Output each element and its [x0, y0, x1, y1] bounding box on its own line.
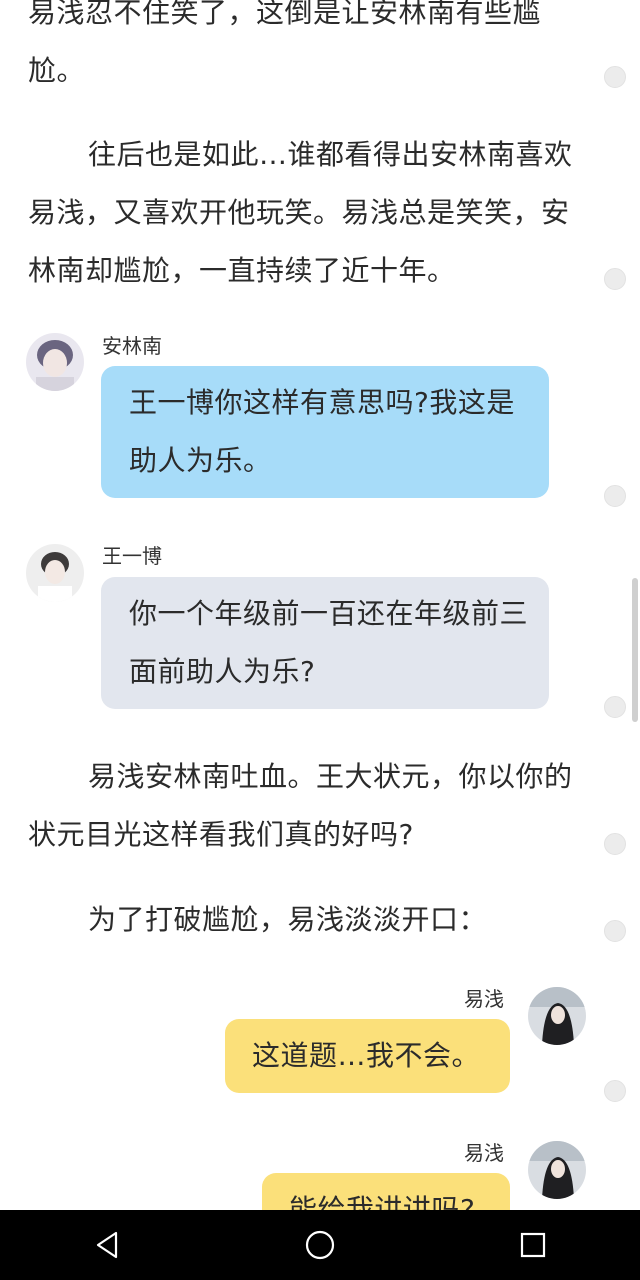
- story-paragraph-2: 往后也是如此…谁都看得出安林南喜欢易浅，又喜欢开他玩笑。易浅总是笑笑，安林南却尴…: [28, 138, 573, 287]
- comment-dot[interactable]: [604, 920, 626, 942]
- recent-apps-button[interactable]: [503, 1215, 563, 1275]
- reader-content[interactable]: 易浅忍不住笑了，这倒是让安林南有些尴尬。 往后也是如此…谁都看得出安林南喜欢易浅…: [0, 0, 640, 1210]
- avatar-yiqian[interactable]: [528, 987, 586, 1045]
- chat-bubble: 能给我讲讲吗?: [262, 1173, 510, 1210]
- chat-bubble: 你一个年级前一百还在年级前三面前助人为乐?: [101, 577, 549, 709]
- story-paragraph-4: 为了打破尴尬，易浅淡淡开口：: [88, 903, 488, 936]
- chat-bubble: 这道题…我不会。: [225, 1019, 510, 1093]
- home-icon: [305, 1230, 335, 1260]
- avatar-wangyibo[interactable]: [26, 544, 84, 602]
- comment-dot[interactable]: [604, 833, 626, 855]
- sender-name: 易浅: [464, 1141, 504, 1165]
- sender-name: 王一博: [102, 544, 162, 568]
- recent-apps-icon: [521, 1232, 546, 1258]
- back-button[interactable]: [77, 1215, 137, 1275]
- story-paragraph-1: 易浅忍不住笑了，这倒是让安林南有些尴尬。: [28, 0, 542, 87]
- comment-dot[interactable]: [604, 485, 626, 507]
- comment-dot[interactable]: [604, 66, 626, 88]
- scrollbar[interactable]: [632, 578, 638, 722]
- sender-name: 安林南: [102, 334, 162, 358]
- comment-dot[interactable]: [604, 696, 626, 718]
- chat-bubble: 王一博你这样有意思吗?我这是助人为乐。: [101, 366, 549, 498]
- story-paragraph-3: 易浅安林南吐血。王大状元，你以你的状元目光这样看我们真的好吗?: [28, 760, 573, 851]
- avatar-yiqian[interactable]: [528, 1141, 586, 1199]
- home-button[interactable]: [290, 1215, 350, 1275]
- comment-dot[interactable]: [604, 268, 626, 290]
- sender-name: 易浅: [464, 987, 504, 1011]
- comment-dot[interactable]: [604, 1080, 626, 1102]
- system-navigation-bar: [0, 1210, 640, 1280]
- avatar-anlinnan[interactable]: [26, 333, 84, 391]
- back-icon: [96, 1231, 117, 1259]
